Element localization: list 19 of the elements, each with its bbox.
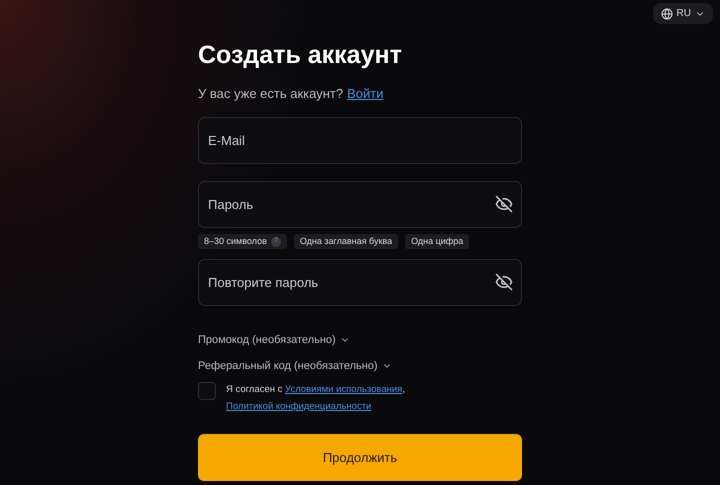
page-title: Создать аккаунт [198,40,403,70]
login-link[interactable]: Войти [347,85,384,103]
language-button[interactable]: RU [652,3,713,24]
terms-link[interactable]: Условиями использования [285,384,402,395]
input-field[interactable]: Пароль [198,181,522,228]
hide-password-icon[interactable] [495,195,513,213]
optional-code-toggle[interactable]: Реферальный код (необязательно) [198,358,392,374]
optional-code-toggle[interactable]: Промокод (необязательно) [198,332,350,348]
password-rule-tag: Одна заглавная буква [294,234,398,249]
password-rule-tag: Одна цифра [405,234,470,249]
privacy-link[interactable]: Политикой конфиденциальности [226,401,372,412]
login-prompt: У вас уже есть аккаунт? [198,85,344,103]
hide-password-icon[interactable] [495,273,513,291]
consent-checkbox[interactable] [198,382,216,400]
input-field[interactable]: E-Mail [198,117,522,164]
globe-icon [660,8,673,20]
continue-button[interactable]: Продолжить [198,434,522,481]
input-field[interactable]: Повторите пароль [198,259,522,306]
consent-text: Я согласен с Условиями использования, Политикой конфиденциальности [226,383,406,414]
